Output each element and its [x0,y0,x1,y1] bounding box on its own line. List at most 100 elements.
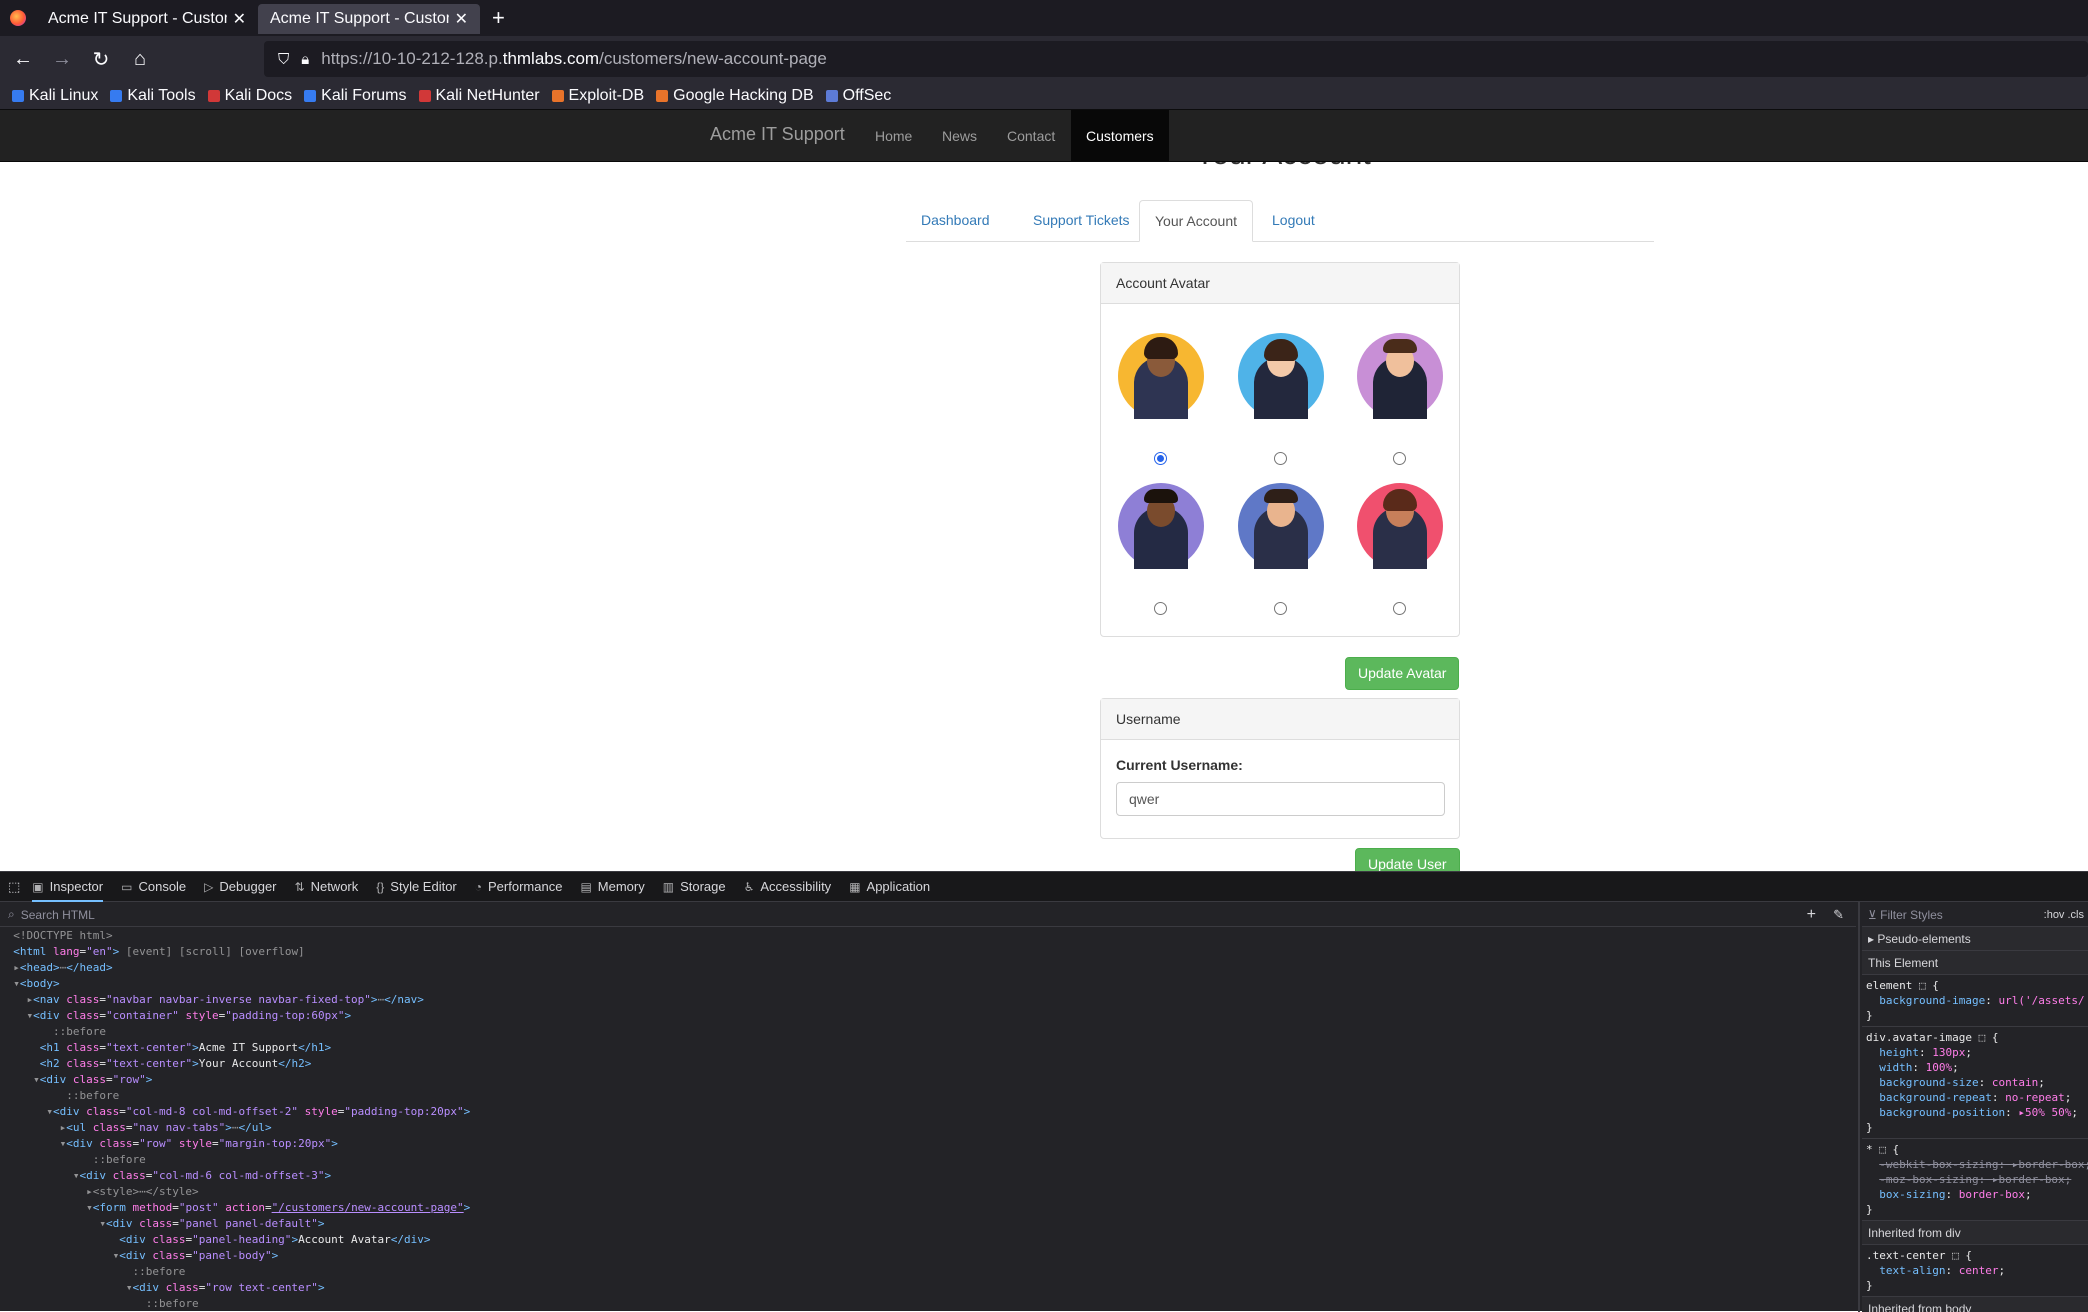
filter-placeholder: Filter Styles [1880,908,1943,922]
bookmark-kali-linux[interactable]: Kali Linux [12,87,98,105]
avatar-image-2[interactable] [1238,333,1324,419]
nav-customers[interactable]: Customers [1071,110,1169,162]
tab-your-account[interactable]: Your Account [1139,200,1253,242]
bookmark-label: Kali Forums [321,86,407,104]
cls-toggle[interactable]: .cls [2068,909,2085,921]
tab-label: Storage [680,879,726,894]
nav-home[interactable]: Home [875,110,912,162]
devtools-splitter[interactable] [1858,902,1860,1312]
new-tab-icon[interactable]: + [492,5,505,31]
avatar-radio-3[interactable] [1393,452,1406,465]
avatar-radio-4[interactable] [1154,602,1167,615]
home-icon[interactable]: ⌂ [124,48,156,71]
avatar-image-3[interactable] [1357,333,1443,419]
site-brand[interactable]: Acme IT Support [710,124,845,145]
lock-icon[interactable]: 🔒︎ [301,51,309,68]
bookmark-label: Kali Linux [29,86,99,104]
avatar-panel-heading: Account Avatar [1101,263,1459,304]
nav-news[interactable]: News [942,110,977,162]
url-bar[interactable]: ⛉ 🔒︎ https://10-10-212-128.p. thmlabs.com… [264,41,2088,77]
bookmark-label: Kali Docs [224,86,293,104]
close-tab-icon[interactable]: ✕ [455,9,468,29]
avatar-radio-5[interactable] [1274,602,1287,615]
rule-text-center: .text-center ⬚ { text-align: center; } [1862,1245,2088,1297]
bookmarks-toolbar: Kali Linux Kali Tools Kali Docs Kali For… [0,82,2088,110]
tab-console[interactable]: ▭ Console [121,879,186,894]
exploit-db-icon [551,89,564,102]
update-user-button[interactable]: Update User [1355,848,1460,871]
forward-icon[interactable]: → [46,48,78,71]
hov-toggle[interactable]: :hov [2044,909,2065,921]
avatar-image-6[interactable] [1357,483,1443,569]
tab-logout[interactable]: Logout [1257,200,1330,242]
memory-icon: ▤ [580,879,592,894]
filter-styles-input[interactable]: ⊻ Filter Styles:hov .cls [1862,903,2088,927]
avatar-radio-2[interactable] [1274,452,1287,465]
browser-tab-bar: Acme IT Support - Customers ✕ Acme IT Su… [0,0,2088,36]
nav-contact[interactable]: Contact [1007,110,1055,162]
browser-tab-1[interactable]: Acme IT Support - Customers ✕ [36,4,258,34]
bookmark-google-hacking-db[interactable]: Google Hacking DB [656,87,814,105]
avatar-image-4[interactable] [1118,483,1204,569]
bookmark-label: Kali NetHunter [435,86,540,104]
devtools-toolbar: ⬚ ▣ Inspector ▭ Console ▷ Debugger ⇅ Network… [0,872,2088,902]
tab-dashboard[interactable]: Dashboard [906,200,1005,242]
tab-network[interactable]: ⇅ Network [295,879,359,894]
search-placeholder: Search HTML [20,907,95,922]
tab-accessibility[interactable]: ♿︎ Accessibility [744,879,832,894]
add-node-icon[interactable]: + [1807,906,1816,924]
tab-memory[interactable]: ▤ Memory [580,879,644,894]
tab-debugger[interactable]: ▷ Debugger [204,879,276,894]
url-path: /customers/new-account-page [599,49,827,68]
tab-label: Application [866,879,931,894]
account-tabs: Dashboard Support Tickets Your Account L… [906,200,1654,242]
tab-title: Acme IT Support - Customers [48,10,227,27]
offsec-icon [825,89,838,102]
reload-icon[interactable]: ↻ [85,47,117,72]
element-picker-icon[interactable]: ⬚ [8,879,20,895]
inherited-body-header: Inherited from body [1862,1297,2088,1312]
bookmark-label: Google Hacking DB [673,86,814,104]
bookmark-label: Exploit-DB [568,86,645,104]
tab-inspector[interactable]: ▣ Inspector [32,872,104,902]
tab-label: Memory [597,879,645,894]
bookmark-kali-tools[interactable]: Kali Tools [110,87,196,105]
eyedropper-icon[interactable]: ✎ [1833,907,1844,923]
tab-label: Style Editor [390,879,457,894]
kali-docs-icon [207,89,220,102]
bookmark-kali-nethunter[interactable]: Kali NetHunter [418,86,540,105]
tab-label: Console [138,879,187,894]
tab-storage[interactable]: ▥ Storage [663,879,726,894]
avatar-image-1[interactable] [1118,333,1204,419]
tab-support-tickets[interactable]: Support Tickets [1018,200,1145,242]
username-input[interactable]: qwer [1116,782,1445,816]
update-avatar-button[interactable]: Update Avatar [1345,657,1460,690]
kali-forums-icon [304,89,317,102]
browser-tab-2-active[interactable]: Acme IT Support - Customers ✕ [258,4,480,34]
this-element-header: This Element [1862,951,2088,975]
accessibility-icon: ♿︎ [743,879,755,894]
avatar-image-5[interactable] [1238,483,1324,569]
tab-application[interactable]: ▦ Application [849,879,930,894]
back-icon[interactable]: ← [7,48,39,71]
bookmark-offsec[interactable]: OffSec [825,87,891,105]
tab-performance[interactable]: ◔ Performance [475,879,563,894]
html-search-input[interactable]: ⌕ Search HTML + ✎ [0,903,1856,927]
bookmark-exploit-db[interactable]: Exploit-DB [551,86,645,105]
avatar-radio-6[interactable] [1393,602,1406,615]
current-username-label: Current Username: [1116,757,1243,773]
rule-universal: * ⬚ { -webkit-box-sizing: ▸border-box; -… [1862,1139,2088,1221]
shield-icon[interactable]: ⛉ [278,51,289,68]
section-label: Pseudo-elements [1877,932,1971,946]
url-prefix: https://10-10-212-128.p. [321,49,503,68]
inspector-icon: ▣ [32,879,44,894]
search-icon: ⌕ [8,907,15,921]
bookmark-kali-docs[interactable]: Kali Docs [207,86,293,105]
html-tree[interactable]: <!DOCTYPE html> <html lang="en"> [event]… [0,928,1856,1312]
avatar-panel: Account Avatar [1100,262,1460,637]
tab-style-editor[interactable]: {} Style Editor [376,879,457,894]
avatar-radio-1[interactable] [1154,452,1167,465]
bookmark-kali-forums[interactable]: Kali Forums [304,86,407,105]
pseudo-elements-section[interactable]: ▸ Pseudo-elements [1862,927,2088,951]
close-tab-icon[interactable]: ✕ [233,9,246,29]
